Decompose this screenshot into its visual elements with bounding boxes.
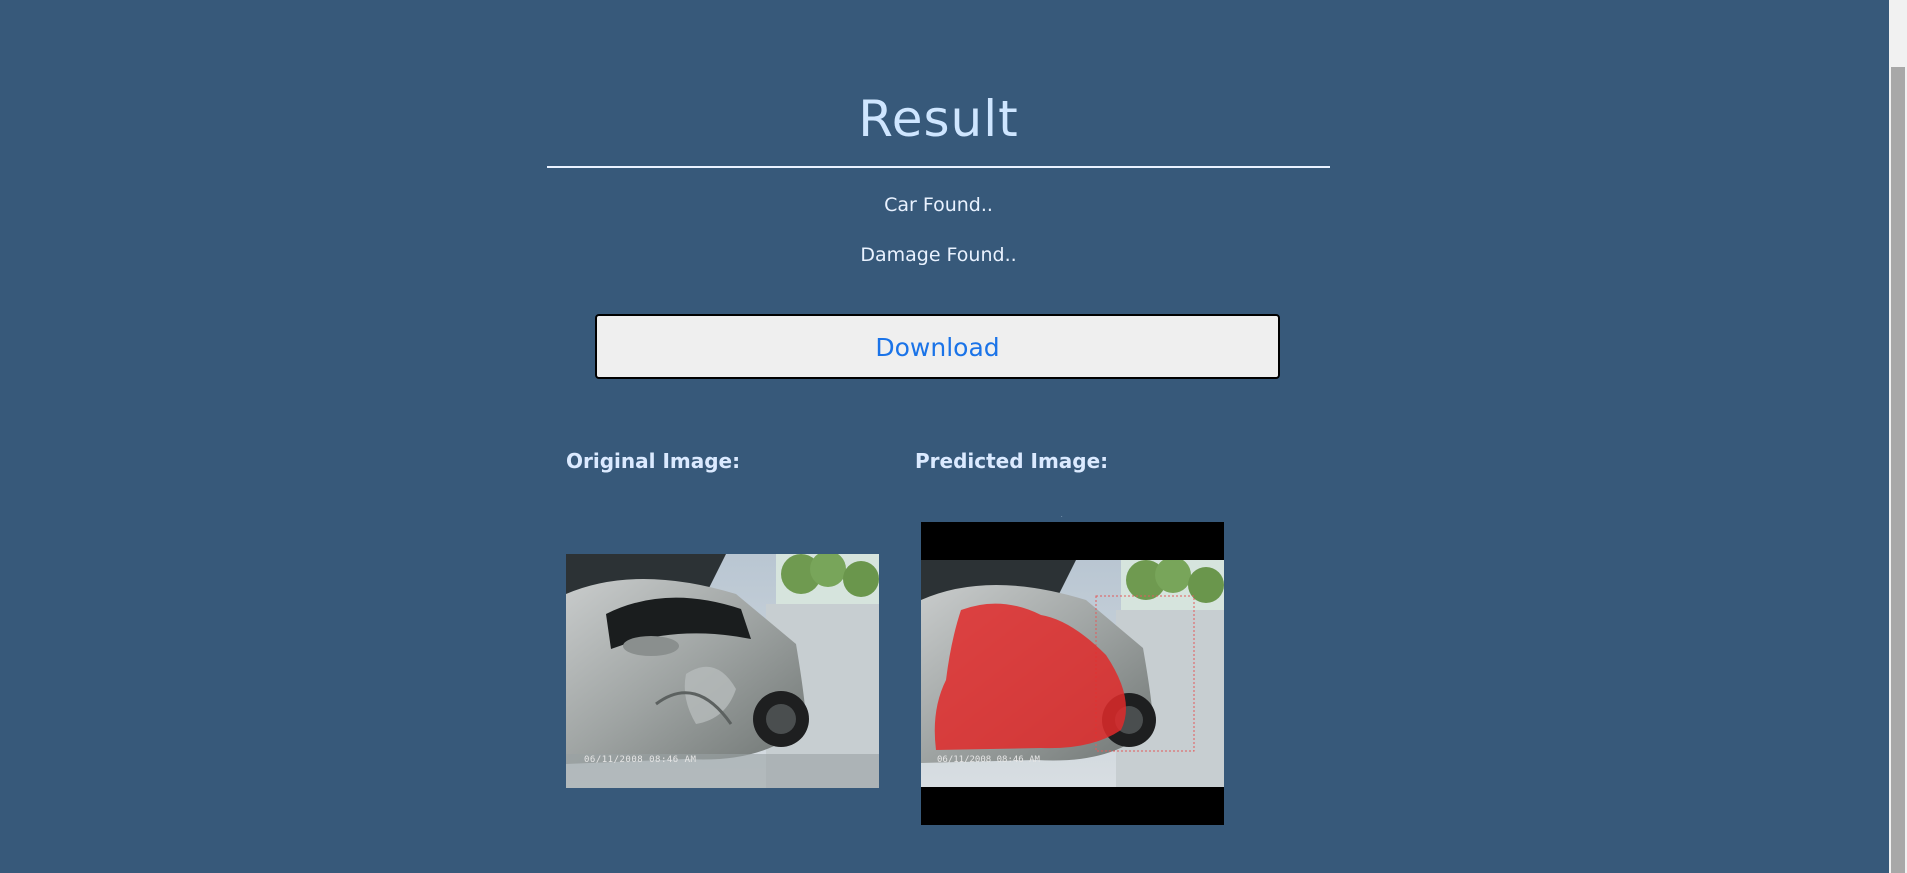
result-panel: Result Car Found.. Damage Found.. Downlo… [547, 0, 1330, 873]
title-divider [547, 166, 1330, 168]
predicted-photo: 06/11/2008 08:46 AM [921, 560, 1224, 787]
original-image-label: Original Image: [566, 449, 741, 473]
predicted-caption: · [1061, 514, 1063, 520]
page: Result Car Found.. Damage Found.. Downlo… [0, 0, 1907, 873]
car-status-text: Car Found.. [884, 194, 993, 216]
download-button[interactable]: Download [595, 314, 1280, 379]
scrollbar-thumb[interactable] [1891, 67, 1905, 873]
original-image: 06/11/2008 08:46 AM [566, 554, 879, 788]
predicted-image-label: Predicted Image: [915, 449, 1109, 473]
page-title: Result [858, 90, 1019, 148]
vertical-scrollbar[interactable] [1889, 0, 1907, 873]
predicted-image: 06/11/2008 08:46 AM [921, 522, 1224, 825]
predicted-timestamp: 06/11/2008 08:46 AM [937, 755, 1041, 765]
original-timestamp: 06/11/2008 08:46 AM [584, 755, 697, 765]
damage-status-text: Damage Found.. [860, 244, 1017, 266]
